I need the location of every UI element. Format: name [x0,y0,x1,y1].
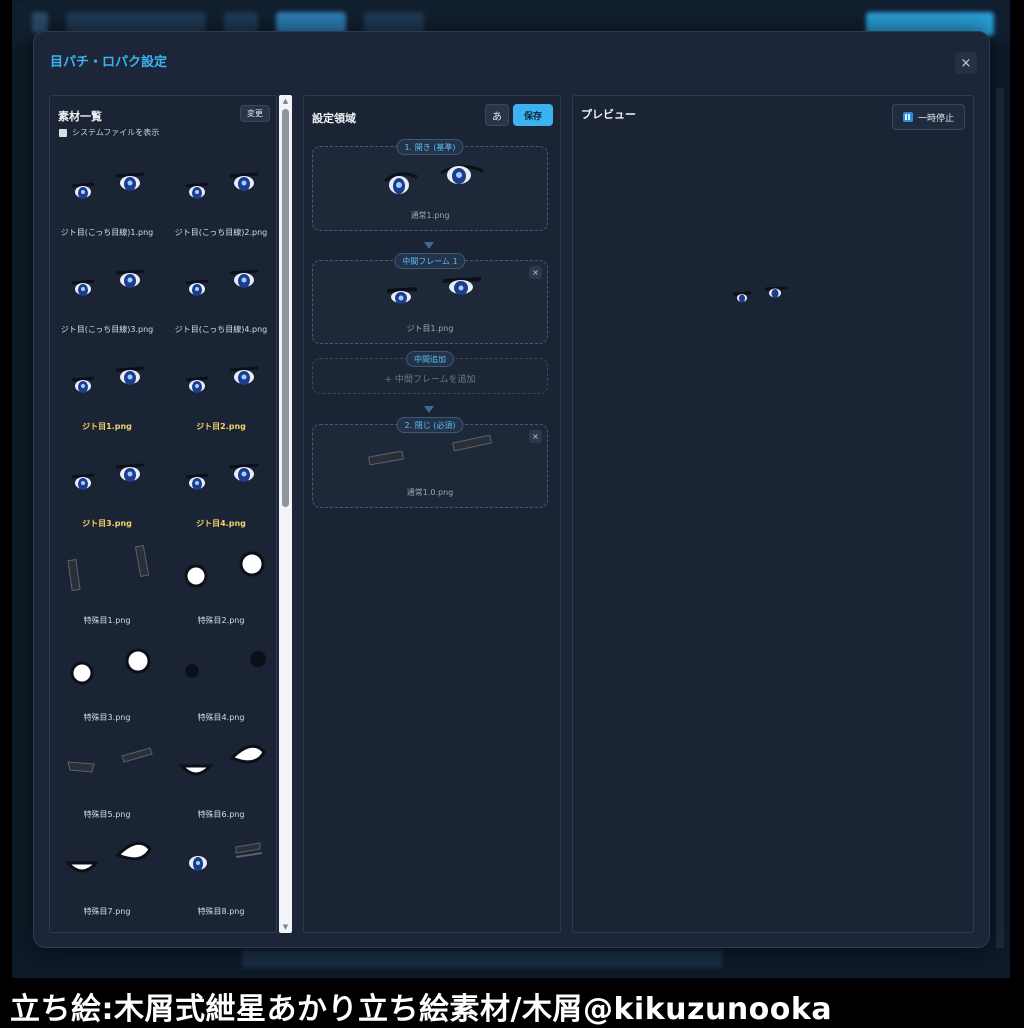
asset-item-label: 特殊目5.png [83,810,131,819]
asset-thumbnail [67,747,153,773]
show-system-files-toggle[interactable]: システムファイルを表示 [59,127,159,138]
change-folder-button[interactable]: 変更 [240,105,270,122]
frame-closed-eyes-image [368,434,492,466]
asset-item-label: 特殊目1.png [83,616,131,625]
language-toggle-button[interactable]: あ [485,104,509,126]
asset-item[interactable]: 特殊目2.png [164,544,278,641]
background-scrollbar [996,88,1004,948]
asset-thumbnail [185,651,266,678]
asset-item[interactable]: 特殊目4.png [164,641,278,738]
asset-item[interactable]: ジト目4.png [164,447,278,544]
modal-title: 目パチ・ロパク設定 [50,55,168,70]
asset-thumbnail [185,463,259,490]
asset-item-label: ジト目4.png [196,519,246,528]
asset-thumbnail [185,269,259,296]
asset-item-label: 特殊目2.png [197,616,245,625]
asset-list-scrollbar[interactable]: ▲ ▼ [279,95,292,933]
asset-thumbnail [71,366,145,393]
asset-item-label: 特殊目6.png [197,810,245,819]
frame-open[interactable]: 1. 開き (基準) 通常1.png [312,139,548,231]
frame-intermediate-1[interactable]: 中間フレーム 1 × ジト目1.png [312,253,548,344]
asset-thumbnail [71,269,145,296]
asset-item[interactable]: ジト目(こっち目線)3.png [50,253,164,350]
checkbox-icon[interactable] [59,128,67,137]
pause-button[interactable]: 一時停止 [891,104,965,130]
asset-item-label: ジト目(こっち目線)3.png [60,325,154,334]
asset-thumbnail [70,648,151,685]
add-frame-label: + 中間フレームを追加 [384,375,476,385]
asset-item[interactable]: ジト目(こっち目線)4.png [164,253,278,350]
add-frame-tag: 中間追加 [406,351,454,367]
asset-item-label: 特殊目3.png [83,713,131,722]
frame-file-name: 通常1.png [410,211,450,220]
credit-text: 立ち絵:木屑式紲星あかり立ち絵素材/木屑@kikuzunooka [10,992,833,1027]
asset-item[interactable]: ジト目(こっち目線)2.png [164,156,278,253]
asset-item[interactable]: 特殊目1.png [50,544,164,641]
scroll-down-arrow-icon[interactable]: ▼ [281,923,290,931]
add-intermediate-frame[interactable]: 中間追加 + 中間フレームを追加 [312,351,548,394]
asset-item-label: ジト目(こっち目線)1.png [60,228,154,237]
frame-closed[interactable]: 2. 閉じ (必須) × 通常1.0.png [312,417,548,508]
asset-item[interactable]: 特殊目5.png [50,738,164,835]
asset-item[interactable]: ジト目(こっち目線)1.png [50,156,164,253]
preview-title: プレビュー [581,108,636,121]
asset-thumbnail [71,172,145,199]
asset-item-label: ジト目(こっち目線)2.png [174,228,268,237]
save-button[interactable]: 保存 [513,104,553,126]
settings-title: 設定領域 [312,112,356,125]
asset-thumbnail [71,463,145,490]
asset-thumbnail [185,172,259,199]
settings-panel: 設定領域 あ 保存 1. 開き (基準) 通常1.png 中間フレーム 1 × [303,95,561,933]
asset-list-panel: 素材一覧 変更 システムファイルを表示 ジト目(こっち目線)1.png ジト目(こ… [49,95,277,933]
pause-label: 一時停止 [917,113,954,124]
asset-item[interactable]: 特殊目7.png [50,835,164,932]
asset-item-label: ジト目1.png [82,422,132,431]
asset-thumbnail [189,842,263,871]
asset-thumbnail [67,544,150,591]
asset-item-label: 特殊目4.png [197,713,245,722]
eye-blink-lipsync-modal: 目パチ・ロパク設定 × 素材一覧 変更 システムファイルを表示 ジト目(こっち目… [33,31,990,948]
asset-thumbnail [185,366,259,393]
arrow-down-icon [424,406,434,413]
arrow-down-icon [424,242,434,249]
asset-item[interactable]: 特殊目6.png [164,738,278,835]
asset-list-title: 素材一覧 [58,110,102,123]
asset-item[interactable]: ジト目1.png [50,350,164,447]
asset-thumbnail [64,841,152,873]
preview-panel: プレビュー 一時停止 [572,95,974,933]
frame-intermediate-eyes-image [386,277,482,304]
asset-item[interactable]: 特殊目3.png [50,641,164,738]
scrollbar-thumb[interactable] [282,109,289,507]
asset-item-label: ジト目(こっち目線)4.png [174,325,268,334]
asset-item[interactable]: ジト目3.png [50,447,164,544]
background-bottom-bar [242,950,722,968]
frame-file-name: 通常1.0.png [406,488,454,497]
scroll-up-arrow-icon[interactable]: ▲ [281,97,290,105]
frame-file-name: ジト目1.png [406,324,454,333]
asset-item-label: 特殊目8.png [197,907,245,916]
preview-eyes-image [733,286,788,303]
asset-item-label: ジト目3.png [82,519,132,528]
asset-item-label: 特殊目7.png [83,907,131,916]
asset-thumbnail [178,744,266,776]
frame-open-eyes-image [384,165,484,194]
asset-item[interactable]: 特殊目8.png [164,835,278,932]
asset-item-label: ジト目2.png [196,422,246,431]
close-button[interactable]: × [955,52,977,74]
asset-item[interactable]: ジト目2.png [164,350,278,447]
show-system-files-label: システムファイルを表示 [72,128,160,137]
pause-icon [902,112,913,122]
asset-thumbnail [184,551,265,588]
